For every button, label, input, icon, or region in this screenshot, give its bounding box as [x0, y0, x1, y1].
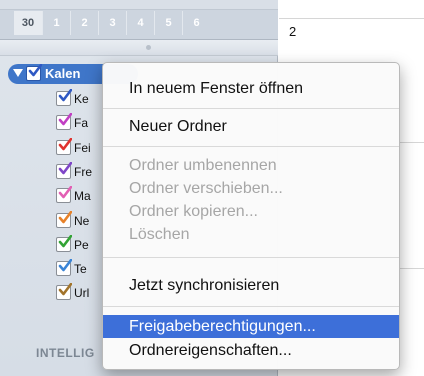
day-number: 2 [289, 24, 297, 39]
mini-calendar-previous-week [0, 0, 278, 10]
menu-item-folder-properties[interactable]: Ordnereigenschaften... [103, 339, 399, 362]
menu-item-new-folder[interactable]: Neuer Ordner [103, 115, 399, 138]
mini-calendar-day[interactable]: 6 [182, 11, 210, 35]
menu-separator [103, 146, 399, 147]
disclosure-triangle-icon[interactable] [13, 69, 23, 77]
calendar-checkbox[interactable] [56, 211, 72, 228]
section-label: INTELLIG [36, 346, 95, 360]
calendar-label[interactable]: Ke [74, 92, 89, 106]
calendar-group-label: Kalen [45, 66, 81, 81]
menu-item-move-folder[interactable]: Ordner verschieben... [103, 177, 399, 200]
menu-separator [103, 108, 399, 109]
calendar-checkbox[interactable] [56, 162, 72, 179]
calendar-group-checkbox[interactable] [26, 64, 42, 81]
calendar-label[interactable]: Fei [74, 141, 91, 155]
calendar-label[interactable]: Ne [74, 214, 89, 228]
menu-separator [103, 306, 399, 307]
mini-calendar-day[interactable]: 2 [70, 11, 98, 35]
mini-calendar-day[interactable]: 4 [126, 11, 154, 35]
calendar-label[interactable]: Te [74, 262, 87, 276]
sidebar-splitter[interactable] [0, 40, 278, 56]
menu-separator [103, 257, 399, 258]
mini-calendar-day[interactable]: 1 [42, 11, 70, 35]
splitter-grip-icon [146, 45, 151, 50]
calendar-checkbox[interactable] [56, 138, 72, 155]
calendar-label[interactable]: Pe [74, 238, 89, 252]
calendar-checkbox[interactable] [56, 89, 72, 106]
menu-item-sync-now[interactable]: Jetzt synchronisieren [103, 274, 399, 297]
calendar-checkbox[interactable] [56, 235, 72, 252]
calendar-label[interactable]: Ma [74, 189, 91, 203]
calendar-label[interactable]: Fa [74, 116, 88, 130]
mini-calendar-day[interactable]: 3 [98, 11, 126, 35]
grid-line [279, 18, 424, 19]
mini-calendar-day[interactable]: 30 [14, 11, 42, 35]
calendar-checkbox[interactable] [56, 186, 72, 203]
calendar-checkbox[interactable] [56, 259, 72, 276]
calendar-label[interactable]: Fre [74, 165, 92, 179]
menu-item-open-in-new-window[interactable]: In neuem Fenster öffnen [103, 77, 399, 100]
menu-item-sharing-permissions[interactable]: Freigabeberechtigungen... [103, 315, 399, 338]
context-menu: In neuem Fenster öffnen Neuer Ordner Ord… [102, 62, 400, 370]
calendar-checkbox[interactable] [56, 283, 72, 300]
calendar-checkbox[interactable] [56, 113, 72, 130]
menu-item-copy-folder[interactable]: Ordner kopieren... [103, 200, 399, 223]
menu-item-delete[interactable]: Löschen [103, 223, 399, 246]
mini-calendar-day[interactable]: 5 [154, 11, 182, 35]
menu-item-rename-folder[interactable]: Ordner umbenennen [103, 154, 399, 177]
mini-calendar: 30 1 2 3 4 5 6 [0, 0, 278, 40]
calendar-label[interactable]: Url [74, 286, 89, 300]
